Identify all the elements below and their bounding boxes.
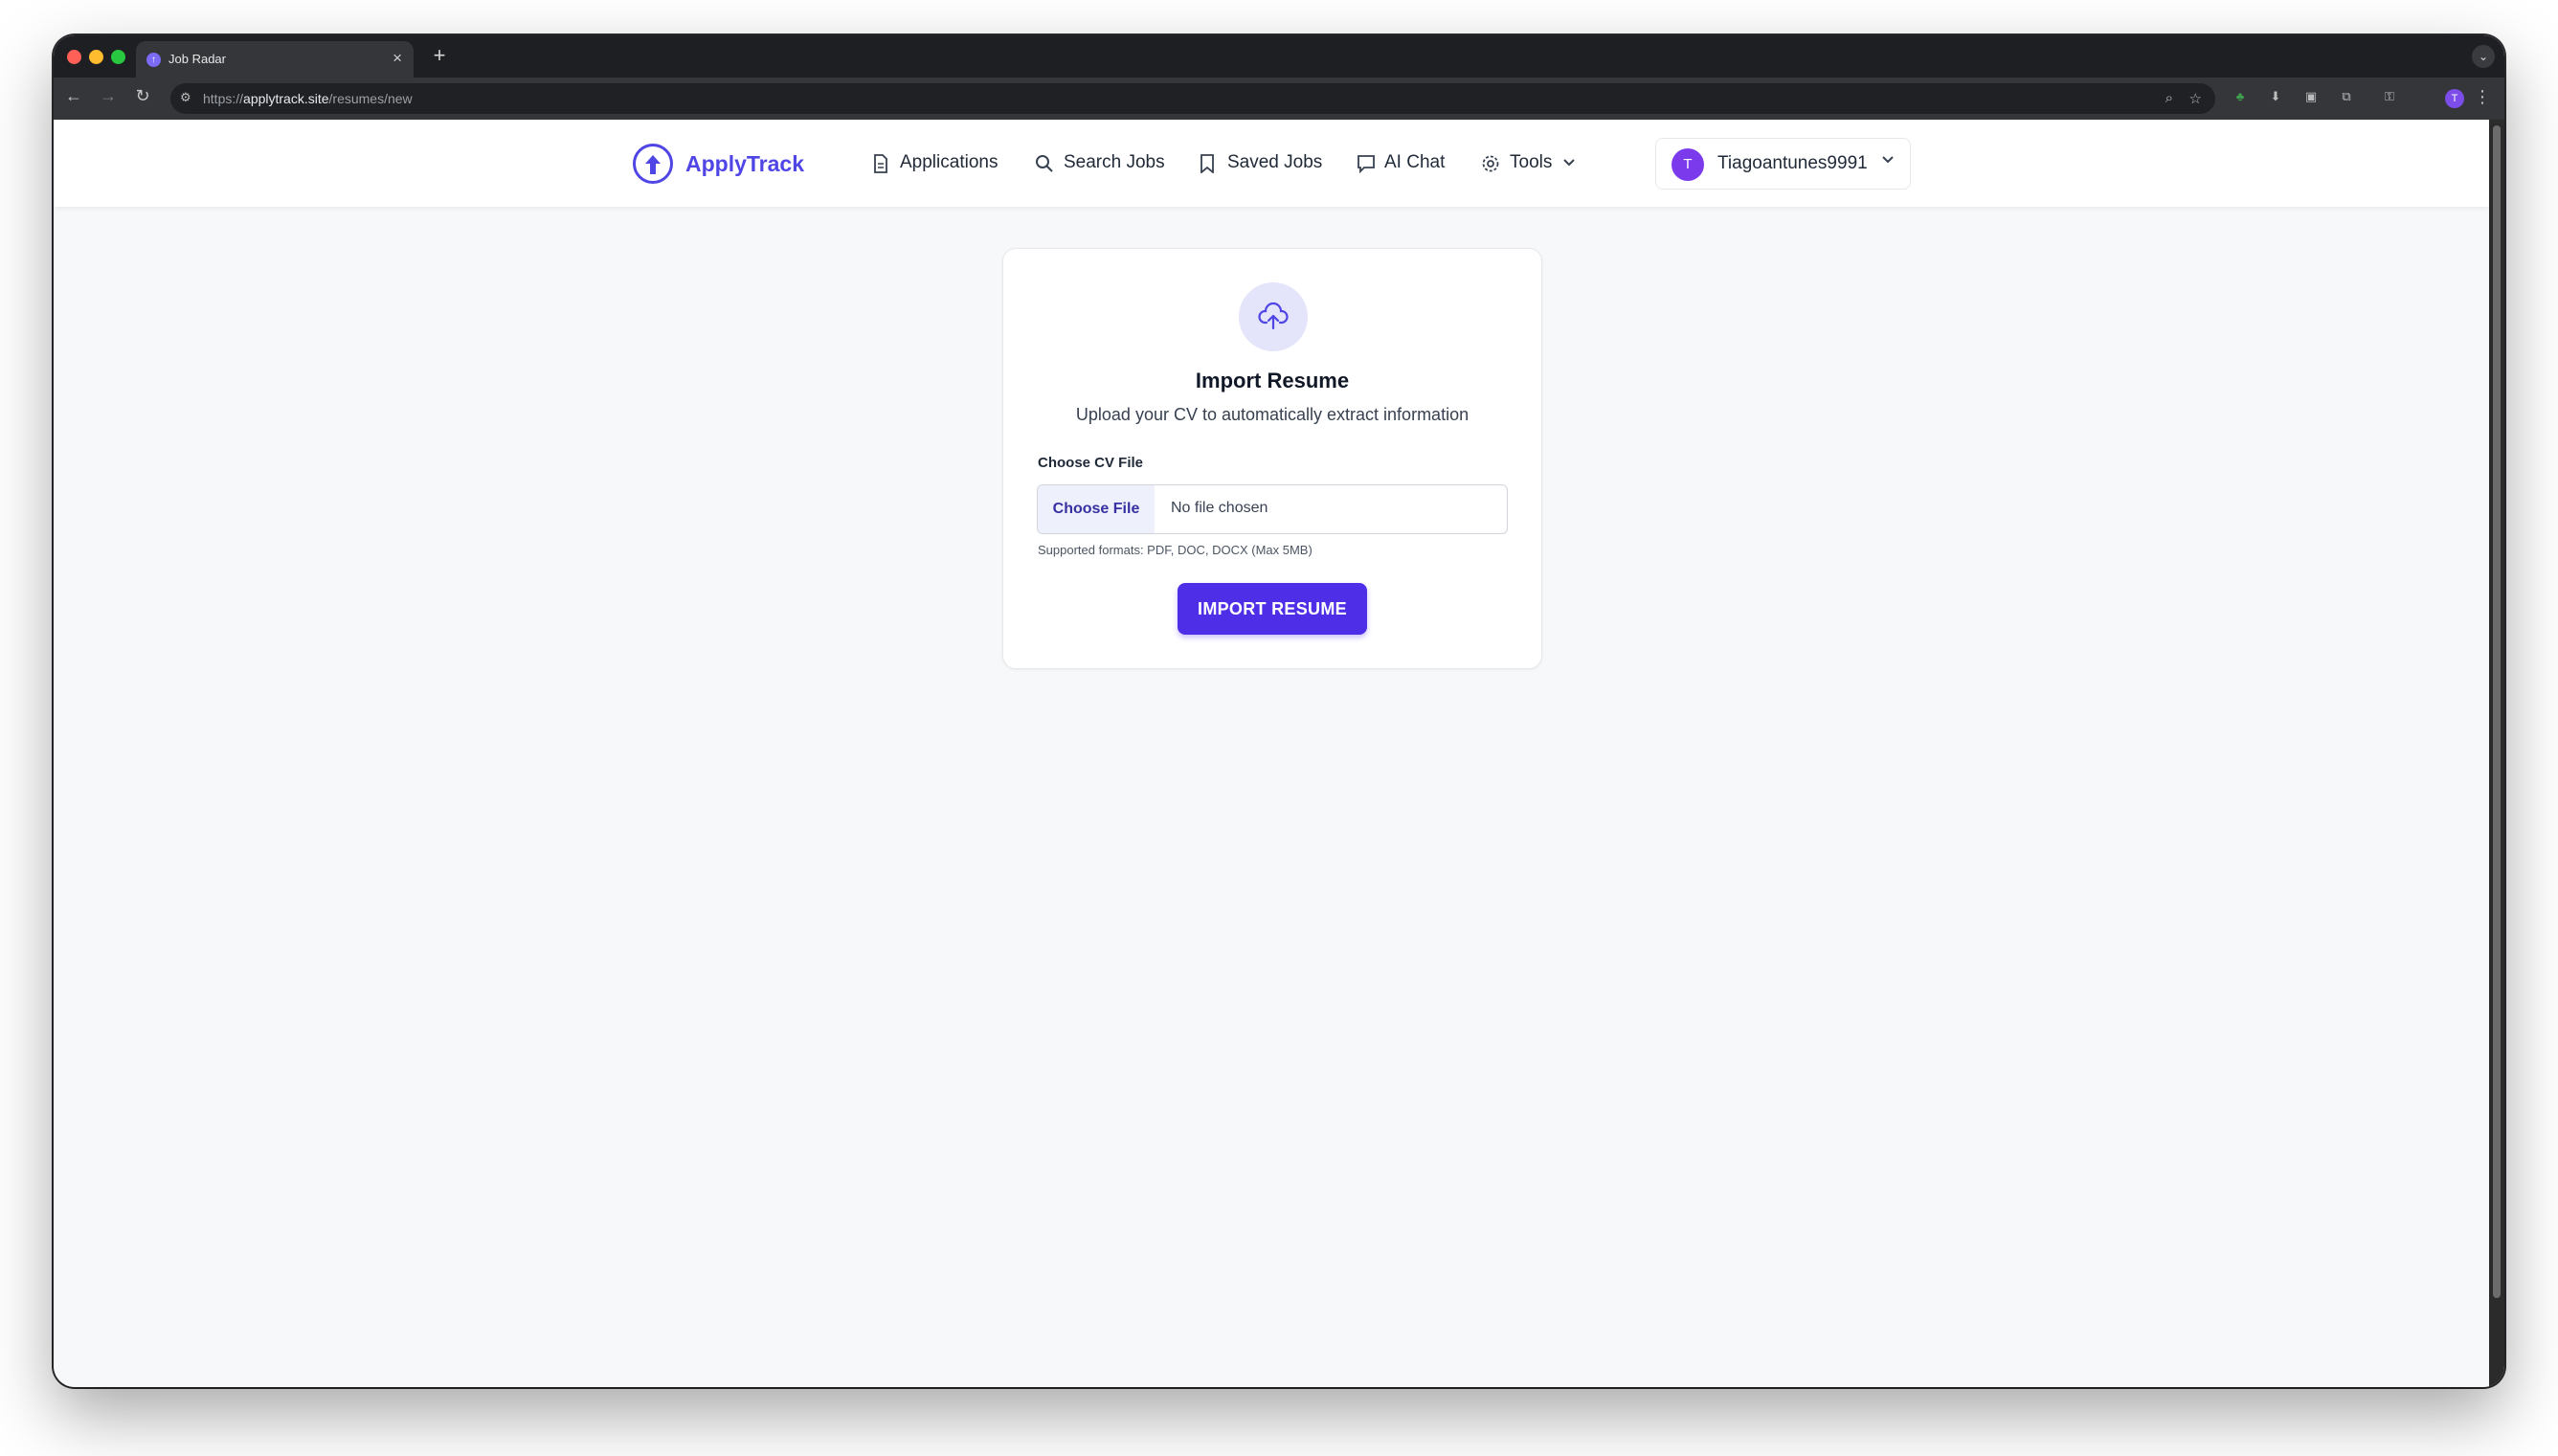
supported-formats-hint: Supported formats: PDF, DOC, DOCX (Max 5…: [1038, 543, 1313, 557]
puzzle-extensions-icon[interactable]: ⧉: [2338, 89, 2355, 106]
url-text: https://applytrack.site/resumes/new: [203, 91, 413, 106]
import-resume-button[interactable]: IMPORT RESUME: [1178, 583, 1367, 635]
tab-close-icon[interactable]: ×: [393, 49, 402, 68]
logo-arrow-icon[interactable]: [633, 144, 673, 184]
chat-bubble-icon: [1358, 155, 1375, 173]
address-bar[interactable]: ⚙ https://applytrack.site/resumes/new ⌕ …: [170, 83, 2215, 114]
upload-cloud-icon: [1239, 282, 1308, 351]
tab-favicon-icon: ↑: [146, 53, 161, 67]
back-arrow-icon[interactable]: ←: [61, 86, 86, 106]
browser-tab-active[interactable]: ↑ Job Radar ×: [136, 41, 414, 78]
search-icon: [1036, 155, 1053, 172]
cv-file-label: Choose CV File: [1038, 455, 1144, 471]
nav-search-jobs[interactable]: Search Jobs: [1064, 152, 1165, 173]
site-settings-icon[interactable]: ⚙: [180, 90, 191, 105]
import-resume-card: Import Resume Upload your CV to automati…: [1002, 248, 1542, 669]
bookmark-star-icon[interactable]: ☆: [2189, 90, 2202, 107]
nav-saved-jobs[interactable]: Saved Jobs: [1227, 152, 1322, 173]
new-tab-button[interactable]: +: [425, 43, 454, 68]
minimize-window-button[interactable]: [89, 50, 103, 64]
bookmark-icon: [1200, 154, 1214, 173]
nav-applications[interactable]: Applications: [900, 152, 998, 173]
close-window-button[interactable]: [67, 50, 81, 64]
browser-toolbar: ← → ↻ ⚙ https://applytrack.site/resumes/…: [54, 78, 2504, 120]
file-status-text: No file chosen: [1171, 500, 1268, 516]
browser-window: ↑ Job Radar × + ⌄ ← → ↻ ⚙ https://applyt…: [54, 35, 2504, 1387]
page-scrollbar[interactable]: [2489, 120, 2504, 1387]
app-header: ApplyTrack Applications Search Jobs Save…: [54, 120, 2489, 207]
reload-icon[interactable]: ↻: [130, 86, 155, 106]
gear-icon: [1482, 155, 1499, 172]
choose-file-button[interactable]: Choose File: [1038, 485, 1155, 533]
browser-profile-avatar[interactable]: T: [2445, 89, 2464, 108]
card-subtitle: Upload your CV to automatically extract …: [1075, 405, 1470, 424]
cv-file-input[interactable]: Choose File No file chosen: [1037, 484, 1508, 534]
extension-icon[interactable]: ♣: [2232, 89, 2249, 106]
extension-icon[interactable]: ▣: [2302, 89, 2320, 106]
tab-search-chevron-icon[interactable]: ⌄: [2472, 45, 2495, 68]
brand-logo-text[interactable]: ApplyTrack: [685, 151, 804, 177]
chevron-down-icon: [1882, 156, 1894, 164]
document-icon: [874, 154, 887, 173]
card-title: Import Resume: [1195, 369, 1350, 392]
page-content: ApplyTrack Applications Search Jobs Save…: [54, 120, 2489, 1387]
nav-ai-chat[interactable]: AI Chat: [1384, 152, 1445, 173]
zoom-icon[interactable]: ⌕: [2165, 90, 2173, 106]
user-name: Tiagoantunes9991: [1717, 153, 1868, 173]
nav-tools[interactable]: Tools: [1510, 152, 1552, 173]
scrollbar-thumb[interactable]: [2493, 125, 2501, 1298]
password-key-icon[interactable]: ⚿: [2381, 89, 2398, 106]
chevron-down-icon[interactable]: [1562, 158, 1576, 168]
tab-title: Job Radar: [168, 52, 226, 66]
browser-menu-icon[interactable]: ⋮: [2474, 87, 2491, 107]
tab-strip: ↑ Job Radar × + ⌄: [54, 35, 2504, 78]
maximize-window-button[interactable]: [111, 50, 125, 64]
user-avatar: T: [1672, 148, 1704, 181]
forward-arrow-icon[interactable]: →: [96, 86, 121, 106]
user-menu-button[interactable]: T Tiagoantunes9991: [1655, 138, 1911, 190]
download-icon[interactable]: ⬇: [2267, 89, 2284, 106]
